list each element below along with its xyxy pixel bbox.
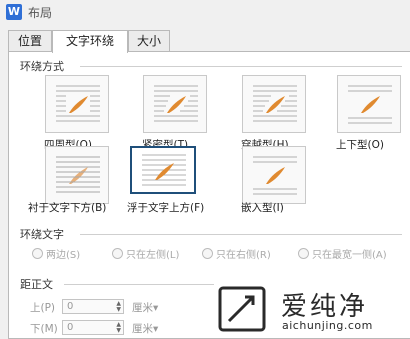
square-wrap-icon [56, 85, 100, 122]
inline-wrap-icon [253, 156, 297, 195]
top-distance-input[interactable]: 0 ▲ ▼ [62, 299, 124, 314]
wrap-option-top-bottom[interactable] [337, 75, 401, 133]
radio-left-only[interactable]: 只在左侧(L) [112, 246, 179, 261]
wrap-option-behind-text[interactable] [45, 146, 109, 204]
top-bottom-wrap-icon [348, 85, 392, 124]
top-distance-label: 上(P) [30, 302, 56, 314]
spin-arrows-icon[interactable]: ▲ ▼ [116, 322, 121, 334]
wrap-style-label: 环绕方式 [20, 60, 64, 73]
wrap-option-square[interactable] [45, 75, 109, 133]
watermark-url: aichunjing.com [282, 319, 373, 332]
radio-both-sides[interactable]: 两边(S) [32, 246, 80, 261]
watermark: 爱纯净 aichunjing.com [215, 283, 410, 337]
bottom-distance-input[interactable]: 0 ▲ ▼ [62, 320, 124, 335]
wrap-option-label: 嵌入型(I) [241, 202, 284, 214]
radio-circle [32, 248, 43, 259]
radio-label: 只在左侧(L) [126, 250, 180, 261]
app-icon: W [6, 4, 22, 20]
wrap-option-tight[interactable] [143, 75, 207, 133]
window-title: 布局 [28, 6, 53, 20]
tab-position[interactable]: 位置 [8, 30, 52, 51]
bottom-distance-unit[interactable]: 厘米▾ [132, 321, 158, 336]
wrap-option-inline[interactable] [242, 146, 306, 204]
wrap-style-divider [80, 66, 402, 67]
radio-widest-side[interactable]: 只在最宽一侧(A) [298, 246, 387, 261]
distance-label: 距正文 [20, 278, 53, 291]
radio-circle [112, 248, 123, 259]
watermark-text: 爱纯净 [281, 292, 369, 322]
wrap-option-label: 上下型(O) [336, 139, 384, 151]
tab-size[interactable]: 大小 [128, 30, 170, 51]
wrap-option-label: 浮于文字上方(F) [127, 202, 205, 214]
tab-text-wrapping[interactable]: 文字环绕 [52, 30, 128, 53]
radio-label: 只在最宽一侧(A) [312, 250, 387, 261]
radio-circle [298, 248, 309, 259]
title-bar: W 布局 [0, 0, 410, 24]
in-front-of-text-wrap-icon [142, 154, 186, 186]
distance-divider [64, 284, 214, 285]
bottom-distance-label: 下(M) [30, 323, 58, 335]
radio-label: 两边(S) [46, 250, 81, 261]
bottom-distance-value: 0 [67, 322, 74, 333]
radio-circle [202, 248, 213, 259]
watermark-logo-icon [218, 286, 266, 332]
radio-right-only[interactable]: 只在右侧(R) [202, 246, 271, 261]
wrap-option-through[interactable] [242, 75, 306, 133]
wrap-option-in-front-of-text[interactable] [130, 146, 196, 194]
behind-text-wrap-icon [56, 156, 100, 193]
through-wrap-icon [253, 85, 297, 122]
wrap-text-divider [80, 234, 402, 235]
top-distance-value: 0 [67, 301, 74, 312]
wrap-text-label: 环绕文字 [20, 228, 64, 241]
top-distance-unit[interactable]: 厘米▾ [132, 300, 158, 315]
spin-arrows-icon[interactable]: ▲ ▼ [116, 301, 121, 313]
wrap-option-label: 衬于文字下方(B) [28, 202, 107, 214]
radio-label: 只在右侧(R) [216, 250, 271, 261]
tight-wrap-icon [154, 85, 198, 122]
